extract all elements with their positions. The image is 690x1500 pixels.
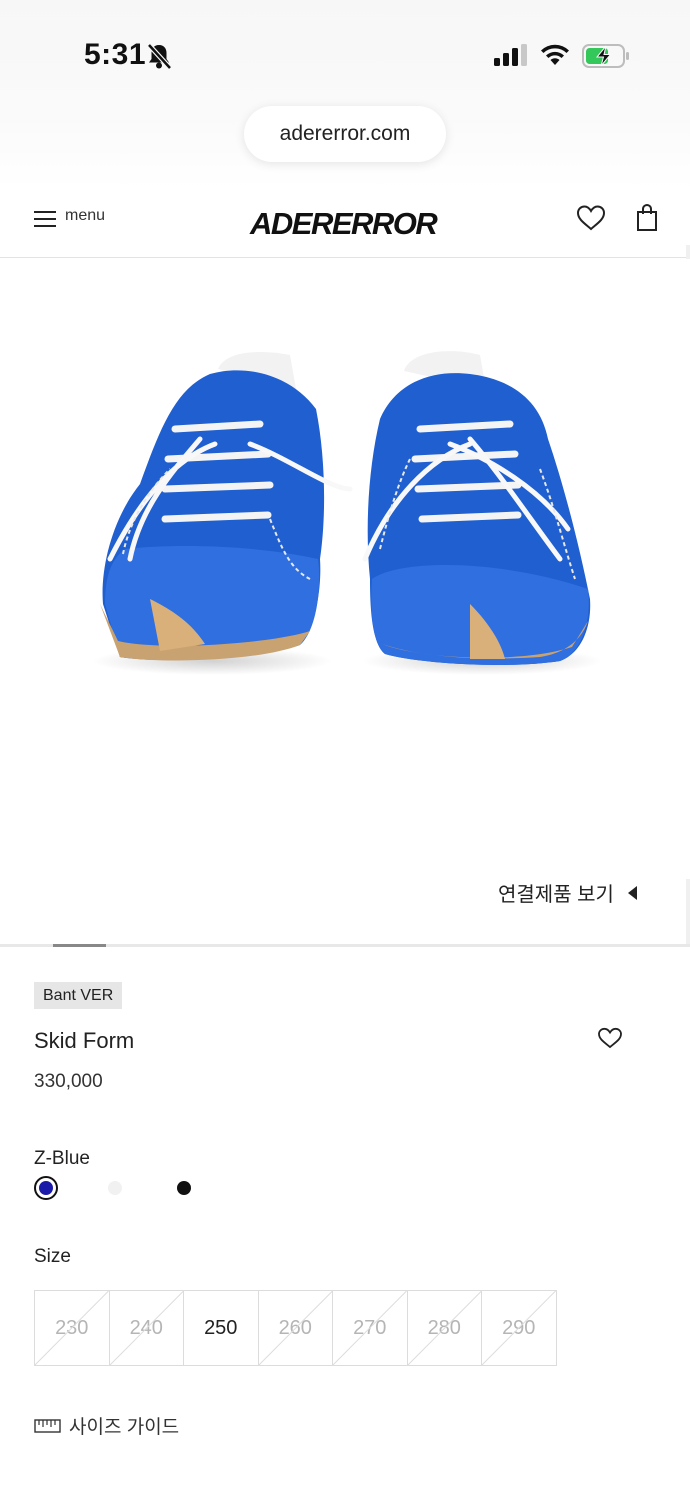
size-option-270[interactable]: 270	[332, 1290, 408, 1366]
related-products-link[interactable]: 연결제품 보기	[498, 878, 637, 907]
status-time: 5:31	[84, 38, 147, 71]
left-shoe	[100, 351, 353, 661]
status-bar: 5:31 adererror.com	[0, 0, 690, 190]
hamburger-menu-icon[interactable]	[34, 210, 56, 228]
shopping-bag-icon[interactable]	[636, 204, 658, 232]
color-swatch-black[interactable]	[177, 1181, 191, 1195]
size-value: 250	[204, 1316, 238, 1339]
size-label: Size	[34, 1246, 71, 1267]
brand-logo[interactable]: ADERERROR	[250, 206, 438, 242]
wishlist-heart-icon[interactable]	[576, 204, 606, 232]
product-image[interactable]	[0, 259, 690, 879]
site-header: menu ADERERROR	[0, 190, 690, 258]
sold-out-slash	[258, 1291, 332, 1365]
sold-out-slash	[482, 1291, 556, 1365]
battery-charging-icon	[582, 44, 629, 68]
sold-out-slash	[35, 1291, 109, 1365]
sold-out-slash	[333, 1291, 407, 1365]
carousel-progress-thumb	[53, 944, 106, 947]
signal-icon	[494, 44, 527, 66]
url-bar[interactable]: adererror.com	[244, 106, 446, 162]
color-swatch-blue-dot[interactable]	[39, 1181, 53, 1195]
size-option-260[interactable]: 260	[257, 1290, 333, 1366]
product-name: Skid Form	[34, 1028, 135, 1053]
size-option-290[interactable]: 290	[481, 1290, 557, 1366]
version-badge: Bant VER	[34, 982, 123, 1009]
related-products-label: 연결제품 보기	[498, 884, 614, 906]
caret-left-icon	[627, 885, 637, 900]
sold-out-slash	[407, 1291, 481, 1365]
menu-label[interactable]: menu	[65, 207, 105, 225]
selected-color-label: Z-Blue	[34, 1148, 90, 1169]
size-option-250[interactable]: 250	[183, 1290, 259, 1366]
right-shoe	[362, 351, 591, 665]
size-option-230[interactable]: 230	[34, 1290, 110, 1366]
wifi-icon	[541, 44, 569, 65]
bell-slash-icon	[147, 43, 172, 70]
ruler-icon	[34, 1419, 61, 1433]
size-option-280[interactable]: 280	[406, 1290, 482, 1366]
size-selector: 230 240 250 260 270 280 290	[34, 1290, 557, 1366]
size-guide-label: 사이즈 가이드	[69, 1417, 180, 1438]
color-swatch-white[interactable]	[108, 1181, 122, 1195]
sold-out-slash	[109, 1291, 183, 1365]
size-option-240[interactable]: 240	[108, 1290, 184, 1366]
size-guide-link[interactable]: 사이즈 가이드	[34, 1412, 179, 1439]
product-price: 330,000	[34, 1071, 103, 1092]
product-wishlist-heart-icon[interactable]	[597, 1027, 623, 1049]
